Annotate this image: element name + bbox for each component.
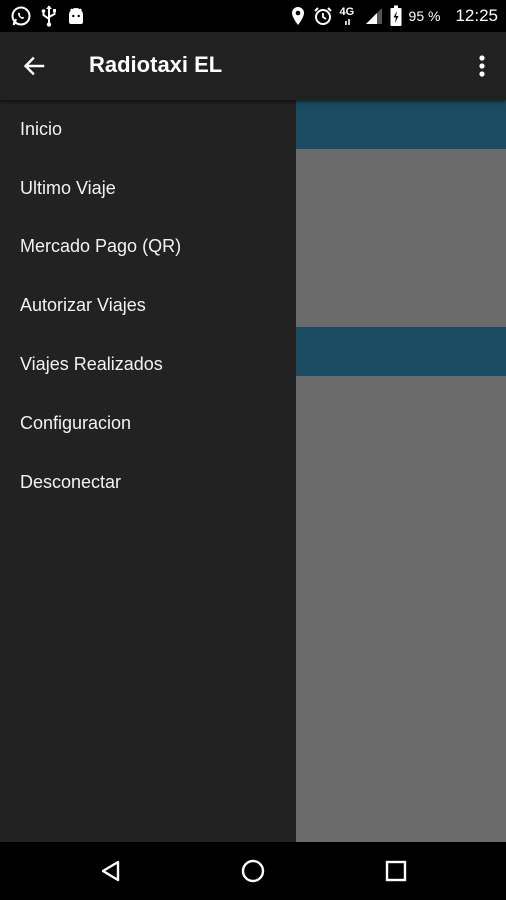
drawer-item-desconectar[interactable]: Desconectar [0, 453, 296, 512]
whatsapp-icon [10, 5, 32, 27]
alarm-icon [313, 6, 333, 26]
signal-icon [365, 7, 383, 25]
drawer-item-viajes-realizados[interactable]: Viajes Realizados [0, 335, 296, 394]
back-button[interactable] [18, 52, 50, 80]
drawer-item-label: Desconectar [20, 471, 122, 492]
status-left-icons [0, 5, 86, 27]
back-triangle-icon [99, 859, 123, 883]
location-icon [290, 6, 306, 26]
clock: 12:25 [455, 6, 498, 25]
drawer-item-label: Configuracion [20, 412, 132, 433]
more-vert-icon [479, 55, 485, 77]
overflow-menu-button[interactable] [472, 50, 492, 82]
network-type: 4G [340, 5, 358, 27]
android-icon [66, 6, 86, 26]
drawer-item-label: Autorizar Viajes [20, 295, 146, 316]
arrow-back-icon [22, 54, 46, 78]
nav-home-button[interactable] [238, 856, 268, 886]
usb-icon [40, 5, 58, 27]
status-bar: 4G 95 % 12:25 [0, 0, 506, 32]
navigation-drawer: Inicio Ultimo Viaje Mercado Pago (QR) Au… [0, 100, 296, 842]
drawer-item-autorizar-viajes[interactable]: Autorizar Viajes [0, 276, 296, 335]
drawer-item-configuracion[interactable]: Configuracion [0, 394, 296, 453]
home-circle-icon [240, 858, 266, 884]
app-bar: Radiotaxi EL [0, 32, 506, 100]
status-right-icons: 4G 95 % 12:25 [290, 0, 498, 32]
system-navigation-bar [0, 842, 506, 900]
recents-square-icon [385, 860, 407, 882]
nav-back-button[interactable] [96, 856, 126, 886]
drawer-item-inicio[interactable]: Inicio [0, 100, 296, 159]
drawer-item-ultimo-viaje[interactable]: Ultimo Viaje [0, 159, 296, 218]
drawer-item-label: Ultimo Viaje [20, 177, 116, 198]
drawer-item-mercado-pago[interactable]: Mercado Pago (QR) [0, 218, 296, 277]
app-title: Radiotaxi EL [89, 52, 223, 77]
battery-icon [390, 5, 402, 27]
nav-recents-button[interactable] [381, 856, 411, 886]
drawer-item-label: Mercado Pago (QR) [20, 236, 182, 257]
drawer-item-label: Viajes Realizados [20, 354, 163, 375]
drawer-item-label: Inicio [20, 118, 63, 139]
battery-percentage: 95 % [408, 8, 441, 24]
